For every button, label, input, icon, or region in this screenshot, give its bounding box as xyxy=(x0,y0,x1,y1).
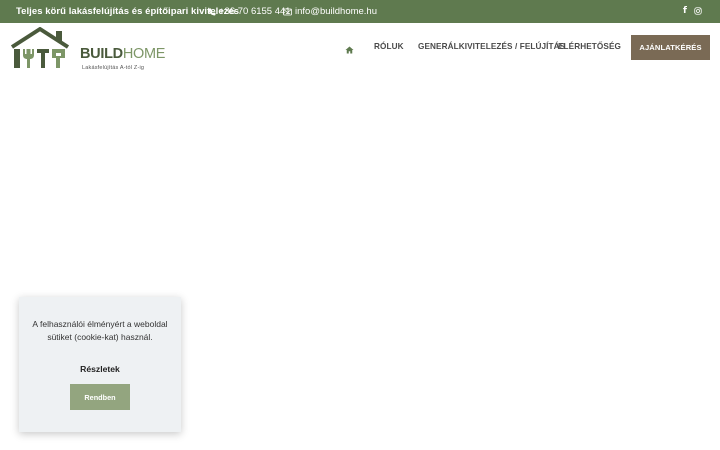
house-logo-icon xyxy=(10,27,70,68)
brand-subtitle: Lakásfelújítás A-tól Z-ig xyxy=(82,65,145,71)
instagram-icon[interactable] xyxy=(694,7,702,17)
top-bar-tagline: Teljes körű lakásfelújítás és építőipari… xyxy=(16,6,240,17)
cookie-message: A felhasználói élményért a weboldal süti… xyxy=(32,319,168,342)
email-link[interactable]: info@buildhome.hu xyxy=(283,6,377,17)
nav-item-generalkivitelezes[interactable]: GENERÁLKIVITELEZÉS / FELÚJÍTÁS xyxy=(418,42,565,51)
logo[interactable]: BUILDHOME Lakásfelújítás A-tól Z-ig xyxy=(10,27,165,71)
facebook-icon[interactable]: f xyxy=(683,6,687,16)
cookie-consent-panel: A felhasználói élményért a weboldal süti… xyxy=(19,297,181,432)
phone-icon xyxy=(208,8,216,15)
phone-link[interactable]: +36 70 6155 441 xyxy=(208,6,291,17)
mail-icon xyxy=(283,8,292,15)
nav-item-elerhetoseg[interactable]: ELÉRHETŐSÉG xyxy=(558,42,621,51)
top-bar: Teljes körű lakásfelújítás és építőipari… xyxy=(0,0,720,23)
quote-request-button[interactable]: AJÁNLATKÉRÉS xyxy=(631,35,710,60)
brand-build: BUILD xyxy=(80,46,123,62)
cookie-accept-button[interactable]: Rendben xyxy=(70,384,130,410)
phone-number: +36 70 6155 441 xyxy=(219,6,291,17)
brand-home: HOME xyxy=(122,46,166,62)
email-address: info@buildhome.hu xyxy=(295,6,378,17)
cookie-details-link[interactable]: Részletek xyxy=(19,364,181,374)
brand-name: BUILDHOME xyxy=(80,46,165,62)
nav-item-rolunk[interactable]: RÓLUK xyxy=(374,42,404,51)
home-icon[interactable] xyxy=(345,41,354,59)
